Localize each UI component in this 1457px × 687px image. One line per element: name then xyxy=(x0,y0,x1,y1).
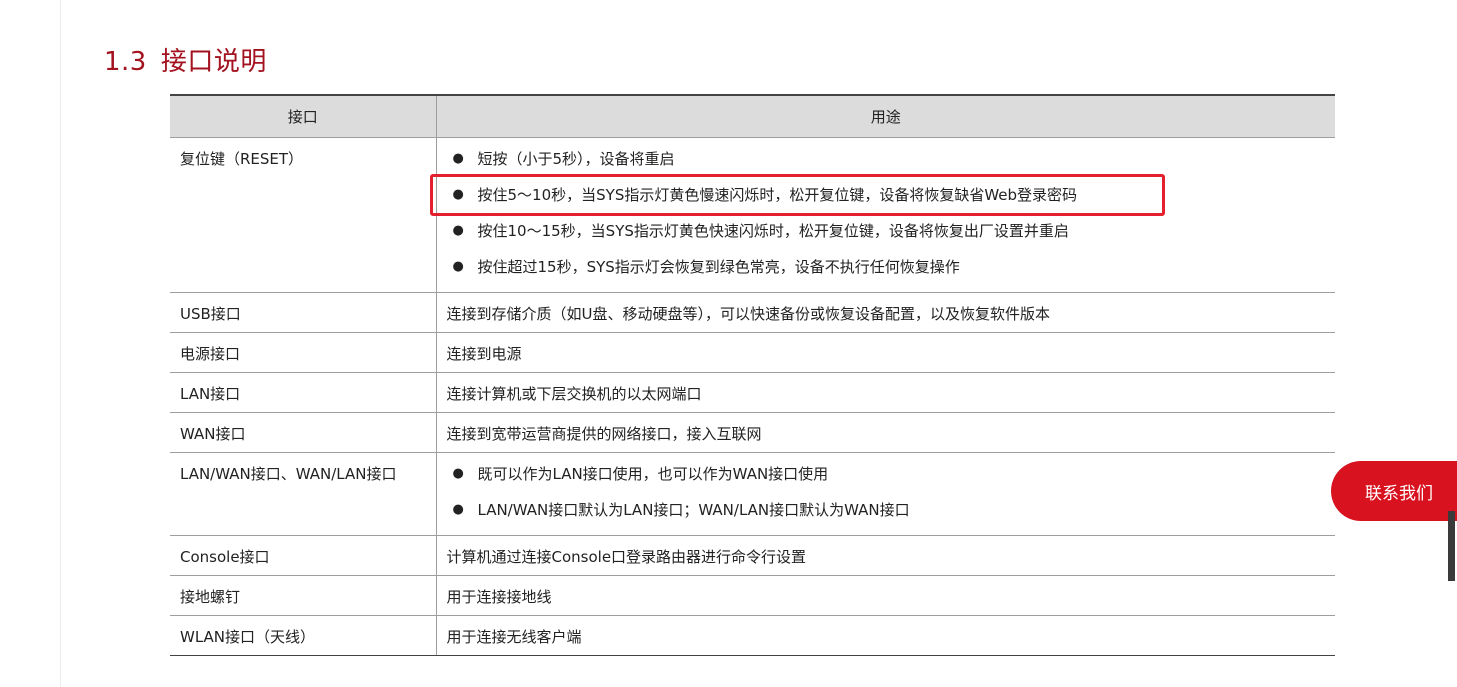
page-left-border xyxy=(60,0,61,687)
bullet-list: ● 既可以作为LAN接口使用，也可以作为WAN接口使用 ● LAN/WAN接口默认为… xyxy=(447,463,1336,535)
list-item: ● 既可以作为LAN接口使用，也可以作为WAN接口使用 xyxy=(447,463,1336,499)
table-row: WAN接口 连接到宽带运营商提供的网络接口，接入互联网 xyxy=(170,412,1335,453)
contact-us-button[interactable]: 联系我们 xyxy=(1331,461,1457,521)
interface-name: 复位键（RESET） xyxy=(170,137,437,293)
list-item-text: LAN/WAN接口默认为LAN接口；WAN/LAN接口默认为WAN接口 xyxy=(477,501,910,519)
list-item-text: 按住10～15秒，当SYS指示灯黄色快速闪烁时，松开复位键，设备将恢复出厂设置并… xyxy=(477,222,1069,240)
list-item: ● LAN/WAN接口默认为LAN接口；WAN/LAN接口默认为WAN接口 xyxy=(447,499,1336,535)
table-row: LAN/WAN接口、WAN/LAN接口 ● 既可以作为LAN接口使用，也可以作为W… xyxy=(170,452,1336,536)
interface-name: LAN/WAN接口、WAN/LAN接口 xyxy=(170,452,437,536)
interface-name: 电源接口 xyxy=(170,332,437,373)
section-title: 接口说明 xyxy=(160,47,267,77)
list-item: ● 按住超过15秒，SYS指示灯会恢复到绿色常亮，设备不执行任何恢复操作 xyxy=(447,256,1336,292)
interface-usage: ● 短按（小于5秒），设备将重启 ● 按住5～10秒，当SYS指示灯黄色慢速闪烁时，… xyxy=(436,137,1336,293)
table-row: USB接口 连接到存储介质（如U盘、移动硬盘等），可以快速备份或恢复设备配置，以… xyxy=(170,292,1335,333)
list-item-text: 既可以作为LAN接口使用，也可以作为WAN接口使用 xyxy=(477,465,829,483)
interface-usage: 计算机通过连接Console口登录路由器进行命令行设置 xyxy=(436,535,1335,576)
table-row: 复位键（RESET） ● 短按（小于5秒），设备将重启 ● 按住5～10秒，当SYS… xyxy=(170,137,1336,293)
list-item-text: 短按（小于5秒），设备将重启 xyxy=(477,150,675,168)
interface-name: 接地螺钉 xyxy=(170,575,437,616)
bullet-icon: ● xyxy=(452,259,464,274)
interface-usage: 用于连接无线客户端 xyxy=(436,615,1335,656)
list-item: ● 按住10～15秒，当SYS指示灯黄色快速闪烁时，松开复位键，设备将恢复出厂设置… xyxy=(447,220,1336,256)
table-header-row: 接口 用途 xyxy=(170,94,1335,138)
table-row: LAN接口 连接计算机或下层交换机的以太网端口 xyxy=(170,372,1335,413)
table-row: 接地螺钉 用于连接接地线 xyxy=(170,575,1335,616)
list-item-text: 按住超过15秒，SYS指示灯会恢复到绿色常亮，设备不执行任何恢复操作 xyxy=(477,258,960,276)
interface-name: LAN接口 xyxy=(170,372,437,413)
interface-name: WLAN接口（天线） xyxy=(170,615,437,656)
interface-name: WAN接口 xyxy=(170,412,437,453)
interface-usage: ● 既可以作为LAN接口使用，也可以作为WAN接口使用 ● LAN/WAN接口默认为… xyxy=(436,452,1336,536)
interface-usage: 连接到存储介质（如U盘、移动硬盘等），可以快速备份或恢复设备配置，以及恢复软件版… xyxy=(436,292,1335,333)
list-item: ● 短按（小于5秒），设备将重启 xyxy=(447,148,1336,184)
interface-name: USB接口 xyxy=(170,292,437,333)
interface-usage: 连接到宽带运营商提供的网络接口，接入互联网 xyxy=(436,412,1335,453)
interface-usage: 用于连接接地线 xyxy=(436,575,1335,616)
header-interface: 接口 xyxy=(170,94,437,138)
bullet-icon: ● xyxy=(452,151,464,166)
section-number: 1.3 xyxy=(104,47,147,77)
table-row: 电源接口 连接到电源 xyxy=(170,332,1335,373)
bullet-icon: ● xyxy=(452,502,464,517)
scrollbar-thumb[interactable] xyxy=(1448,511,1455,581)
bullet-icon: ● xyxy=(452,466,464,481)
table-row: WLAN接口（天线） 用于连接无线客户端 xyxy=(170,615,1335,656)
list-item: ● 按住5～10秒，当SYS指示灯黄色慢速闪烁时，松开复位键，设备将恢复缺省Web… xyxy=(447,184,1336,220)
bullet-icon: ● xyxy=(452,223,464,238)
bullet-list: ● 短按（小于5秒），设备将重启 ● 按住5～10秒，当SYS指示灯黄色慢速闪烁时，… xyxy=(447,148,1336,292)
interface-table: 接口 用途 复位键（RESET） ● 短按（小于5秒），设备将重启 ● 按住5～10… xyxy=(170,94,1335,656)
bullet-icon: ● xyxy=(452,187,464,202)
section-heading: 1.3 接口说明 xyxy=(104,41,267,78)
table-row: Console接口 计算机通过连接Console口登录路由器进行命令行设置 xyxy=(170,535,1335,576)
list-item-text: 按住5～10秒，当SYS指示灯黄色慢速闪烁时，松开复位键，设备将恢复缺省Web登… xyxy=(477,186,1078,204)
interface-name: Console接口 xyxy=(170,535,437,576)
header-usage: 用途 xyxy=(436,94,1335,138)
interface-usage: 连接到电源 xyxy=(436,332,1335,373)
interface-usage: 连接计算机或下层交换机的以太网端口 xyxy=(436,372,1335,413)
